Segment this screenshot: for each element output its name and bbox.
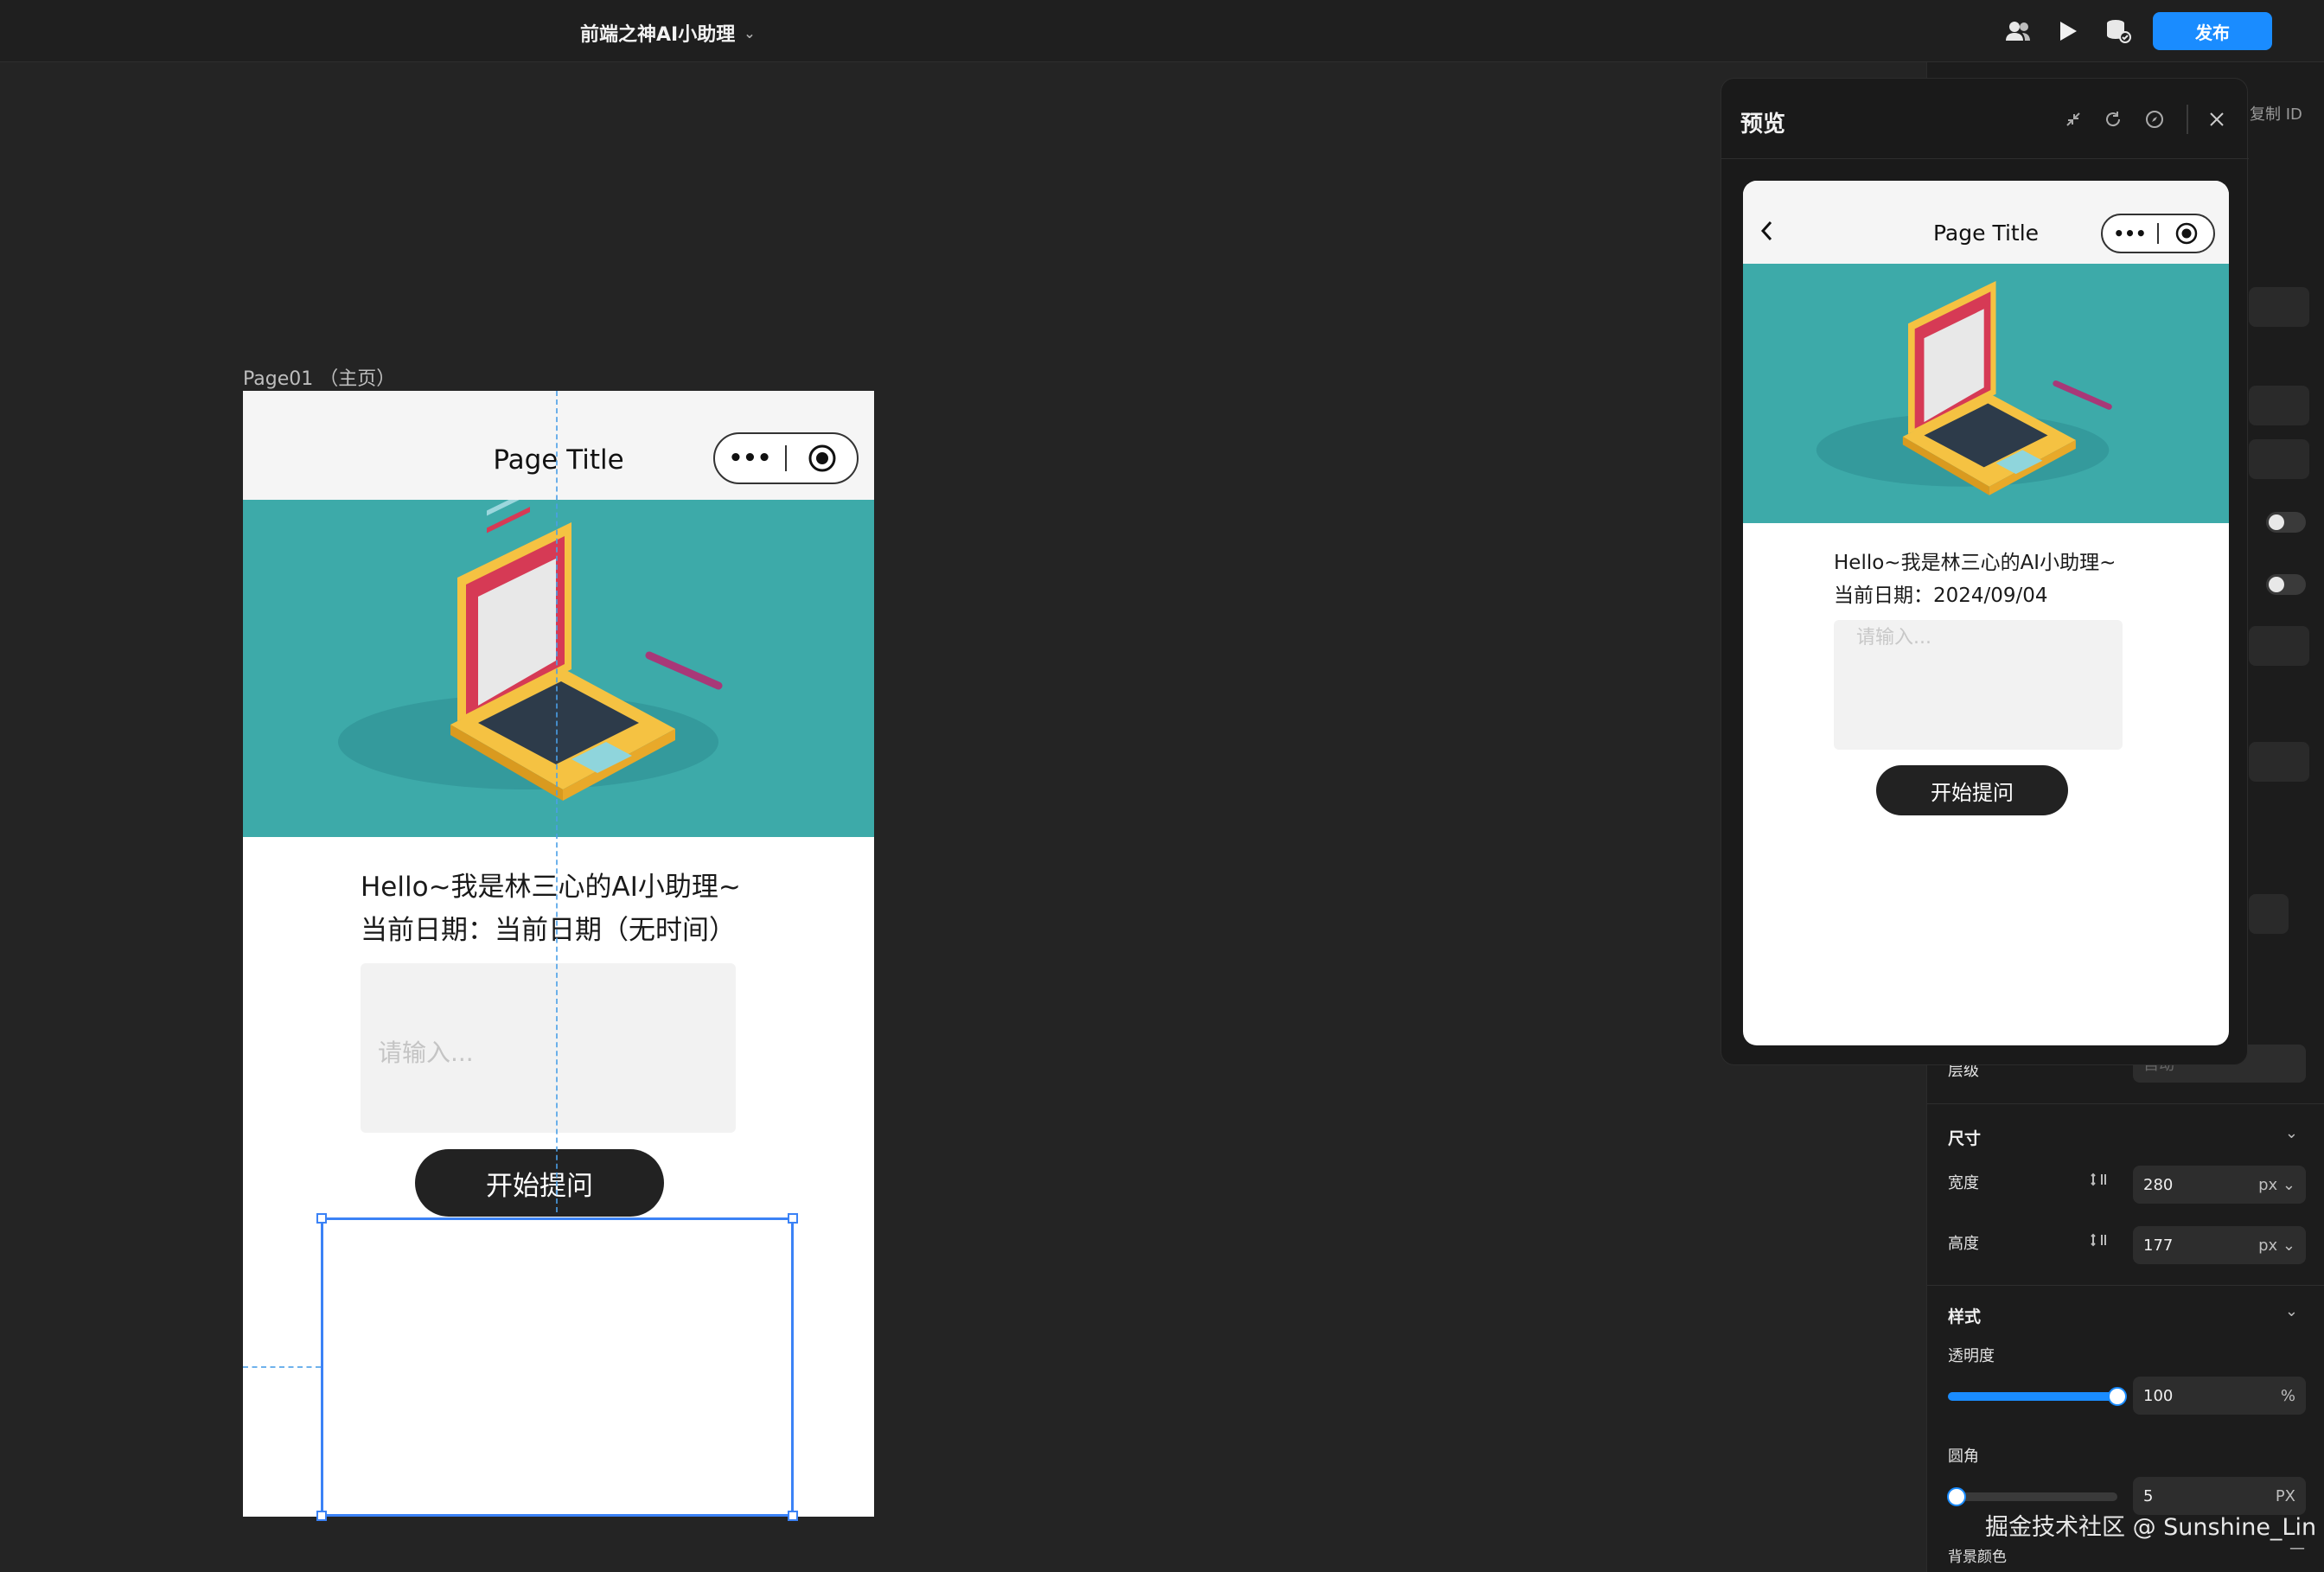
height-input[interactable]: 177 px ⌄ [2133,1226,2306,1264]
phone-preview: Page Title ••• Hello~我是林三心的AI小助理~ 当前日期：2… [1743,181,2229,1045]
opacity-value: 100 [2143,1386,2174,1405]
preview-capsule[interactable]: ••• [2101,214,2215,253]
resize-handle[interactable] [316,1511,327,1521]
users-icon[interactable] [2002,16,2034,47]
ghost-field [2249,287,2309,327]
opacity-label: 透明度 [1948,1347,1995,1365]
chevron-down-icon[interactable]: ⌄ [2285,1302,2298,1320]
preview-question-input[interactable]: 请输入... [1834,620,2123,750]
width-value: 280 [2143,1175,2174,1194]
height-value: 177 [2143,1236,2174,1255]
canvas-navbar: Page Title ••• [243,391,874,500]
preview-input-placeholder: 请输入... [1856,627,1931,649]
play-icon[interactable] [2053,16,2084,47]
hero-image [243,500,874,837]
width-unit-select[interactable]: px ⌄ [2258,1176,2295,1194]
preview-panel: 预览 Page Title ••• Hello~我是林三心的AI小助理~ 当前日… [1721,78,2249,1065]
top-actions: 发布 [2002,12,2272,50]
size-section-title: 尺寸 [1948,1129,1982,1148]
resize-handle[interactable] [788,1213,798,1224]
preview-greeting-text: Hello~我是林三心的AI小助理~ [1834,552,2116,574]
radius-slider[interactable] [1947,1487,2117,1506]
resize-handle[interactable] [788,1511,798,1521]
bg-color-label: 背景颜色 [1948,1549,2007,1566]
toolbar-divider [2187,105,2188,134]
canvas-capsule: ••• [713,432,859,484]
publish-button[interactable]: 发布 [2153,12,2272,50]
opacity-input[interactable]: 100 % [2133,1377,2306,1415]
toggle-switch[interactable] [2266,574,2306,595]
more-icon: ••• [728,445,772,471]
ghost-field [2249,894,2289,934]
record-icon [787,444,857,473]
preview-navbar: Page Title ••• [1743,181,2229,264]
preview-date-text: 当前日期：2024/09/04 [1834,585,2048,607]
radius-slider-thumb[interactable] [1947,1487,1966,1506]
ghost-add [2249,439,2309,479]
radius-label: 圆角 [1948,1447,1979,1466]
laptop-illustration [1816,281,2112,495]
question-input[interactable]: 请输入... [361,963,736,1133]
chevron-down-icon[interactable]: ⌄ [2285,1124,2298,1142]
resize-handle[interactable] [316,1213,327,1224]
radius-value: 5 [2143,1486,2154,1505]
width-input[interactable]: 280 px ⌄ [2133,1166,2306,1204]
copy-id-button[interactable]: 复制 ID [2250,102,2302,125]
app-title-dropdown[interactable]: 前端之神AI小助理 ⌄ [580,19,756,47]
top-bar: 前端之神AI小助理 ⌄ 发布 [0,0,2324,62]
preview-start-ask-button[interactable]: 开始提问 [1876,765,2068,815]
more-icon[interactable]: ••• [2103,223,2157,244]
refresh-icon[interactable] [2098,105,2128,134]
close-icon[interactable] [2202,105,2231,134]
link-icon[interactable] [2090,1231,2109,1252]
divider [1927,1285,2324,1286]
greeting-text: Hello~我是林三心的AI小助理~ [361,872,741,903]
laptop-illustration [338,500,723,801]
selected-component[interactable] [316,1213,798,1521]
width-label: 宽度 [1948,1174,1979,1192]
watermark: 掘金技术社区 @ Sunshine_Lin [1985,1514,2317,1541]
page-label[interactable]: Page01 （主页） [243,363,395,391]
ghost-field [2249,626,2309,666]
preview-title: 预览 [1740,112,1786,137]
opacity-slider-thumb[interactable] [2108,1387,2127,1406]
alignment-guide [243,1366,321,1368]
style-section-title: 样式 [1948,1307,1982,1326]
height-label: 高度 [1948,1235,1979,1253]
date-text: 当前日期：当前日期（无时间） [361,915,736,946]
divider [1927,1103,2324,1104]
database-icon[interactable] [2103,16,2134,47]
opacity-unit: % [2280,1386,2295,1405]
ghost-select [2249,386,2309,425]
divider [1721,158,2249,159]
minimize-icon[interactable] [2059,105,2088,134]
bg-color-value[interactable]: — [2289,1539,2305,1557]
ghost-select [2249,742,2309,782]
alignment-guide [556,391,558,1212]
compass-icon[interactable] [2140,105,2169,134]
start-ask-button[interactable]: 开始提问 [415,1149,664,1217]
chevron-down-icon: ⌄ [744,24,756,42]
opacity-slider[interactable] [1948,1387,2127,1406]
question-input-placeholder: 请输入... [378,1038,474,1067]
record-icon[interactable] [2159,221,2213,246]
app-title: 前端之神AI小助理 [580,24,736,46]
opacity-slider-fill [1948,1392,2117,1401]
link-icon[interactable] [2090,1171,2109,1192]
radius-unit: PX [2275,1486,2295,1505]
preview-hero-image [1743,264,2229,523]
toggle-switch[interactable] [2266,512,2306,533]
height-unit-select[interactable]: px ⌄ [2258,1237,2295,1255]
